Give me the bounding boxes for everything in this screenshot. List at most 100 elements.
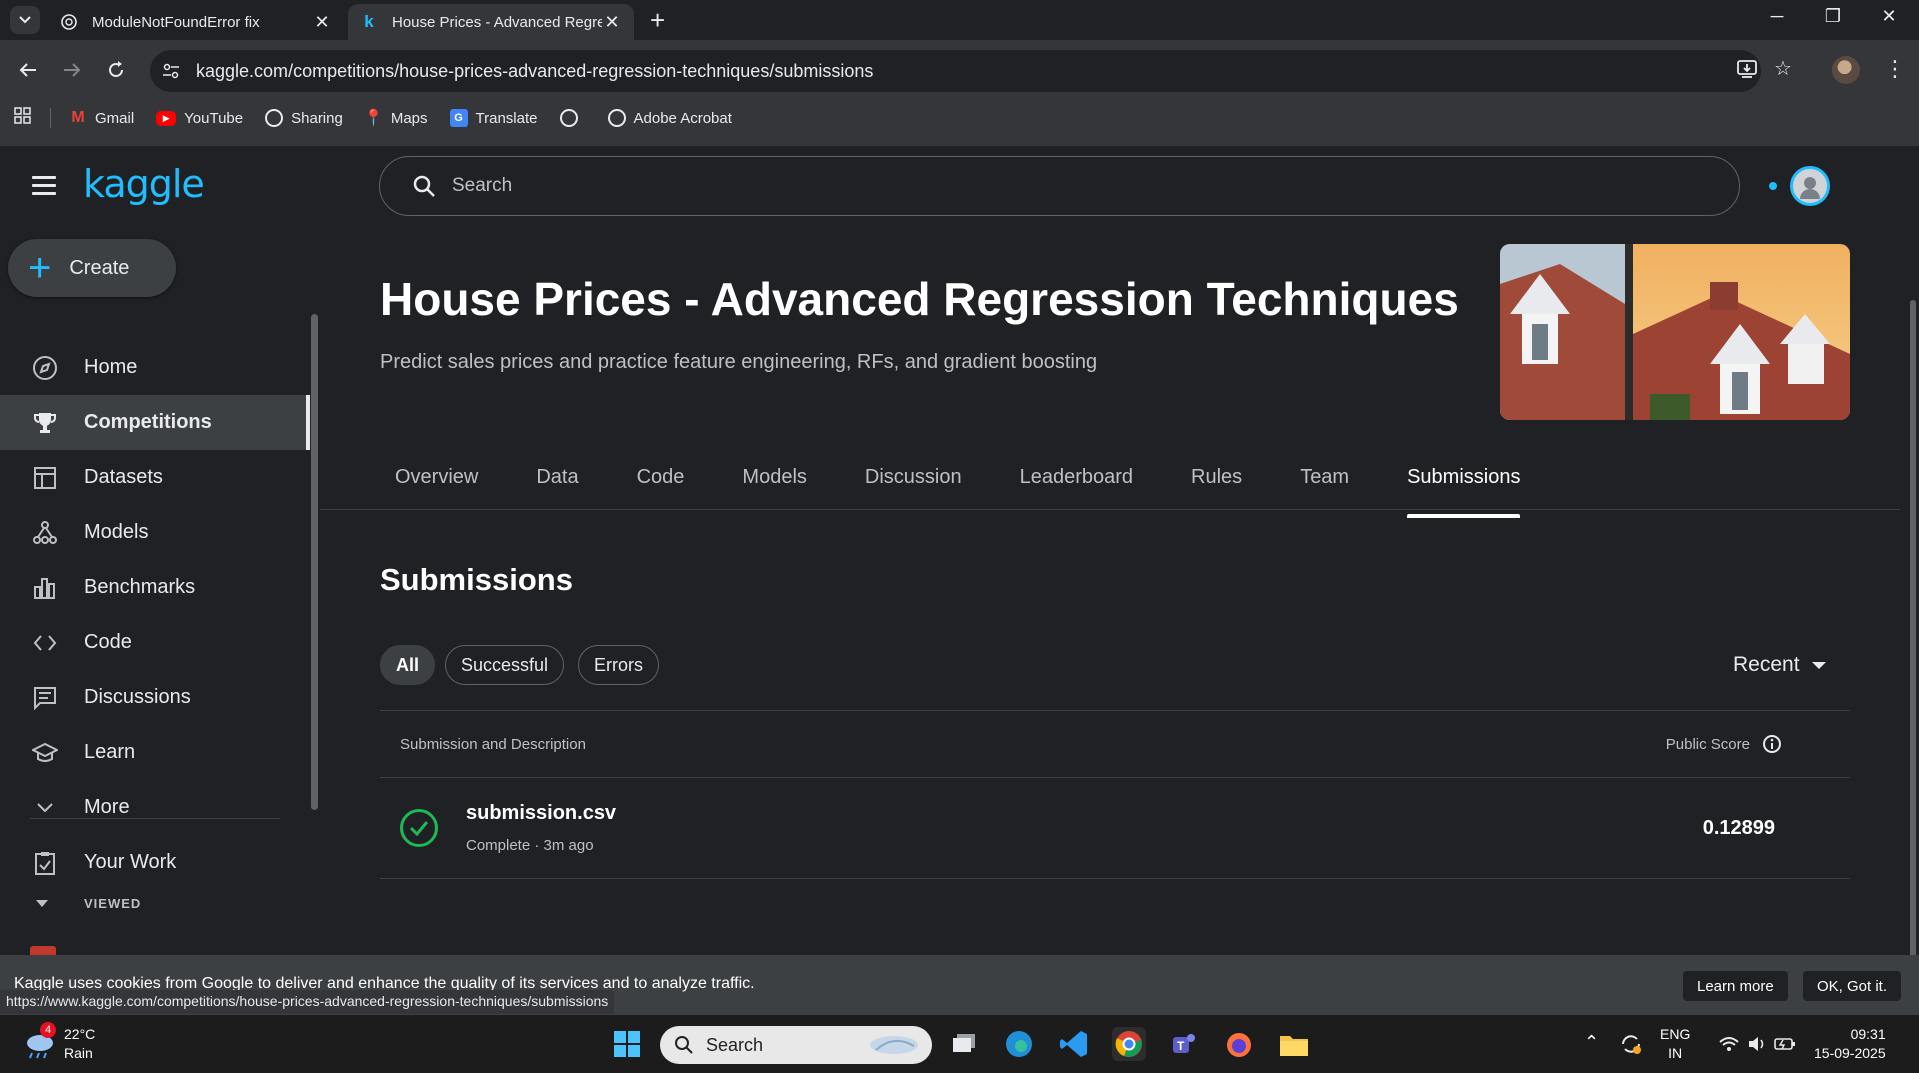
bookmark-translate[interactable]: G Translate [449,109,538,127]
bookmark-untitled[interactable] [559,109,586,127]
tab-models[interactable]: Models [728,466,820,518]
svg-text:T: T [1177,1039,1185,1053]
new-tab-button[interactable]: + [650,6,665,34]
kaggle-logo[interactable]: kaggle [83,162,205,206]
forward-button[interactable] [56,54,88,86]
page-scrollbar[interactable] [1910,300,1916,960]
taskbar-search[interactable]: Search [660,1026,932,1064]
sidebar-item-datasets[interactable]: Datasets [0,450,310,505]
kaggle-search-input[interactable]: Search [379,156,1740,216]
discussion-icon [30,683,60,713]
filter-all-chip[interactable]: All [380,645,436,685]
table-header: Submission and Description Public Score [380,711,1850,777]
weather-widget[interactable]: 22°C Rain [22,1025,95,1063]
apps-grid-icon[interactable] [14,107,32,129]
public-score: 0.12899 [1702,816,1775,839]
back-button[interactable] [12,54,44,86]
tray-overflow-chevron-icon[interactable]: ⌃ [1584,1033,1599,1052]
bookmark-gmail[interactable]: M Gmail [69,109,134,127]
caret-down-icon[interactable] [36,900,48,907]
learn-more-button[interactable]: Learn more [1683,971,1788,1001]
table-row[interactable]: submission.csv Complete · 3m ago 0.12899 [380,778,1850,878]
chevron-down-icon [19,16,31,24]
sidebar-item-benchmarks[interactable]: Benchmarks [0,560,310,615]
tab-code[interactable]: Code [623,466,699,518]
sync-icon[interactable] [1614,1027,1648,1061]
file-explorer-icon[interactable] [1277,1027,1311,1061]
maps-pin-icon: 📍 [363,110,384,127]
browser-menu-icon[interactable]: ⋮ [1884,56,1906,82]
compass-icon [30,353,60,383]
viewed-section-label: VIEWED [84,896,142,911]
sidebar-item-home[interactable]: Home [0,340,310,395]
task-view-icon[interactable] [947,1027,981,1061]
search-icon [675,1036,693,1054]
tab-data[interactable]: Data [522,466,592,518]
sidebar-item-competitions[interactable]: Competitions [0,395,310,450]
tab-discussion[interactable]: Discussion [851,466,976,518]
minimize-button[interactable]: ─ [1762,6,1792,27]
kaggle-k-icon: k [364,12,374,31]
competition-tabs: Overview Data Code Models Discussion Lea… [380,466,1564,518]
translate-icon: G [449,109,468,127]
site-info-icon[interactable] [162,62,180,80]
bookmark-star-icon[interactable]: ☆ [1774,56,1792,81]
tab-leaderboard[interactable]: Leaderboard [1006,466,1147,518]
browser-tab-kaggle[interactable]: k House Prices - Advanced Regre ✕ [348,4,634,40]
tab-search-button[interactable] [10,6,40,34]
col-submission-header: Submission and Description [400,735,586,753]
reload-icon [109,61,123,77]
submission-filename[interactable]: submission.csv [466,802,616,825]
windows-start-icon[interactable] [610,1027,644,1061]
bookmark-youtube[interactable]: ▶ YouTube [156,110,243,127]
hamburger-menu-icon[interactable] [32,176,56,195]
table-icon [30,463,60,493]
competition-title: House Prices - Advanced Regression Techn… [380,273,1459,325]
code-icon [30,628,60,658]
sidebar-item-code[interactable]: Code [0,615,310,670]
sidebar-item-more[interactable]: More [0,780,310,835]
bookmark-adobe-acrobat[interactable]: Adobe Acrobat [607,109,732,127]
info-icon[interactable] [1762,734,1782,754]
reload-button[interactable] [100,54,132,86]
user-avatar[interactable] [1790,166,1830,206]
filter-successful-chip[interactable]: Successful [445,645,565,685]
tab-overview[interactable]: Overview [380,466,492,518]
globe-icon [559,109,578,127]
close-icon[interactable]: ✕ [602,12,622,33]
sidebar-item-learn[interactable]: Learn [0,725,310,780]
firefox-icon[interactable] [1222,1027,1256,1061]
address-bar[interactable]: kaggle.com/competitions/house-prices-adv… [150,50,1792,92]
bookmark-maps[interactable]: 📍 Maps [363,109,428,128]
sort-dropdown[interactable]: Recent [1733,653,1826,677]
sidebar-scrollbar[interactable] [311,314,318,810]
close-icon[interactable]: ✕ [312,12,332,33]
sidebar-item-models[interactable]: Models [0,505,310,560]
battery-icon[interactable] [1768,1027,1802,1061]
col-score-header: Public Score [1666,734,1782,754]
browser-tab-chatgpt[interactable]: ModuleNotFoundError fix ✕ [48,4,344,40]
sidebar-item-your-work[interactable]: Your Work [0,835,310,890]
vscode-icon[interactable] [1057,1027,1091,1061]
tab-submissions[interactable]: Submissions [1393,466,1534,518]
weather-desc: Rain [64,1045,93,1061]
browser-profile-avatar[interactable] [1832,56,1860,84]
bookmark-sharing[interactable]: Sharing [265,109,343,127]
close-window-button[interactable]: ✕ [1874,6,1904,27]
sidebar-item-discussions[interactable]: Discussions [0,670,310,725]
teams-icon[interactable]: T [1167,1027,1201,1061]
filter-errors-chip[interactable]: Errors [578,645,659,685]
install-app-icon[interactable] [1736,58,1758,86]
tab-rules[interactable]: Rules [1177,466,1256,518]
edge-browser-icon[interactable] [1002,1027,1036,1061]
clock[interactable]: 09:31 15-09-2025 [1814,1025,1886,1063]
windows-taskbar: 22°C Rain 4 Search T ⌃ ENG IN 09:31 15-09-2… [0,1015,1919,1073]
ok-got-it-button[interactable]: OK, Got it. [1803,971,1902,1001]
restore-button[interactable]: ❐ [1818,6,1848,27]
create-button[interactable]: + Create [8,239,176,297]
competition-header-image [1500,244,1850,420]
language-indicator[interactable]: ENG IN [1660,1025,1690,1063]
chrome-icon[interactable] [1112,1027,1146,1061]
caret-down-icon [1811,661,1826,669]
tab-team[interactable]: Team [1286,466,1363,518]
